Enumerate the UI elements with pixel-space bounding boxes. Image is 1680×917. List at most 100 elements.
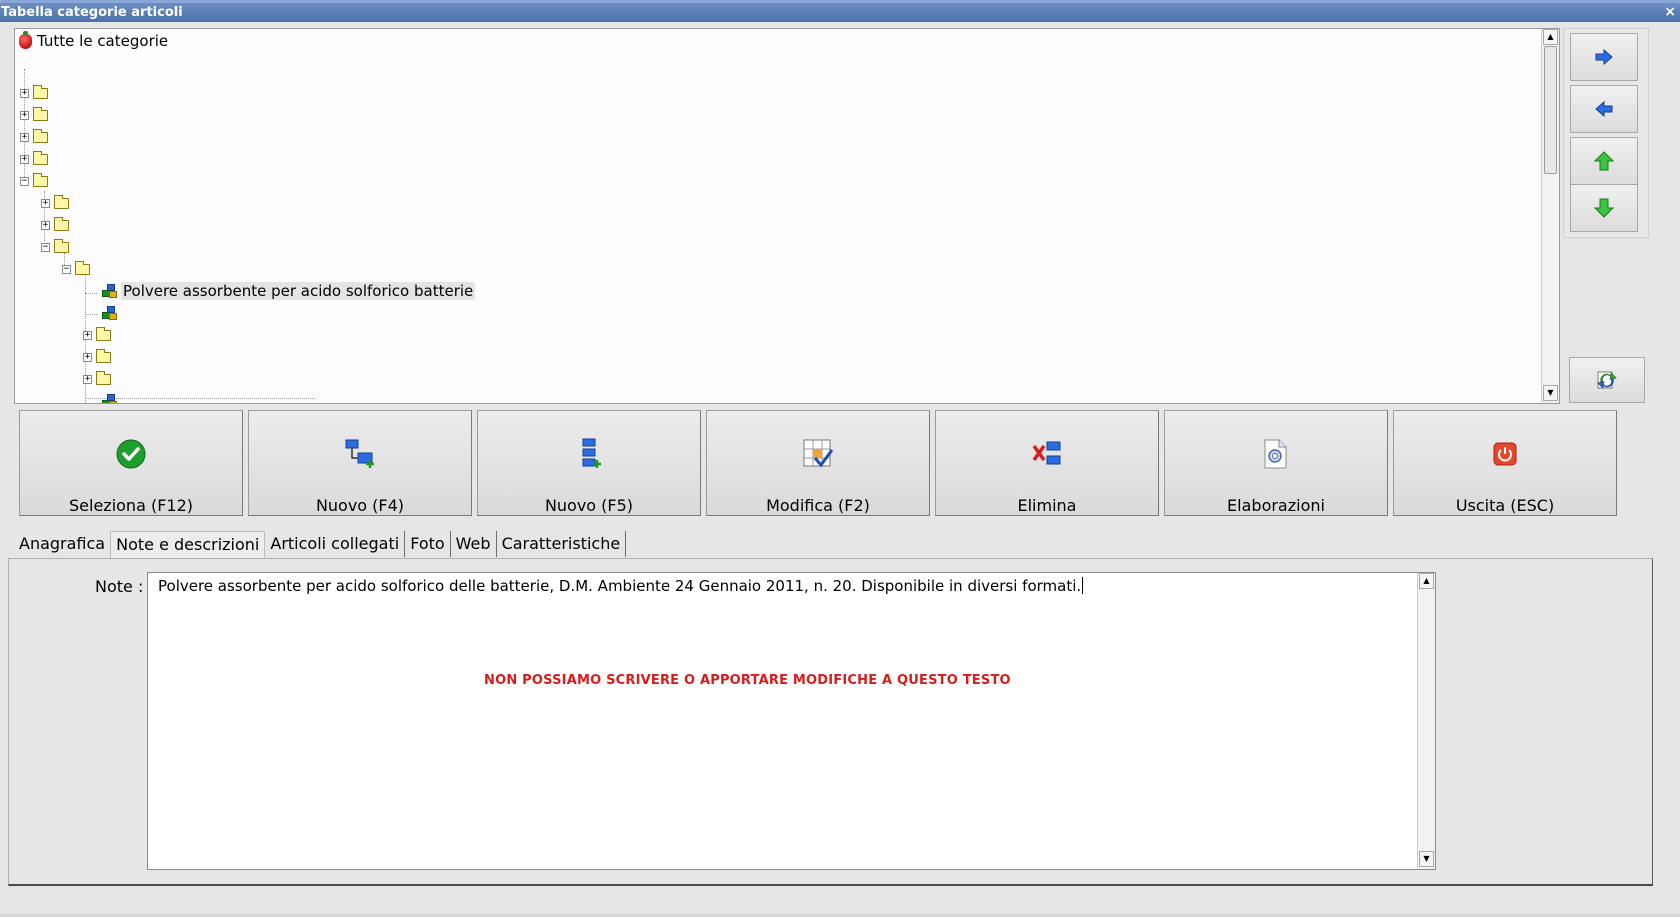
tree-folder-node[interactable]: + (83, 346, 111, 368)
folder-icon (54, 216, 69, 231)
note-label: Note : (95, 577, 144, 596)
scroll-down-icon[interactable]: ▼ (1419, 851, 1434, 867)
scroll-down-icon[interactable]: ▼ (1543, 385, 1558, 401)
seleziona-button[interactable]: Seleziona (F12) (19, 410, 243, 516)
close-icon[interactable]: × (1664, 3, 1676, 22)
folder-icon (33, 106, 48, 121)
tree-root-node[interactable]: Tutte le categorie (19, 30, 168, 52)
folder-icon (33, 172, 48, 187)
tree-item-node[interactable] (102, 302, 117, 324)
tree-folder-node[interactable]: + (20, 82, 48, 104)
tab-note-e-descrizioni[interactable]: Note e descrizioni (110, 531, 266, 559)
tab-articoli-collegati[interactable]: Articoli collegati (265, 531, 406, 557)
tree-item-label: Polvere assorbente per acido solforico b… (121, 282, 476, 300)
tree-folder-node[interactable]: + (20, 126, 48, 148)
folder-icon (96, 326, 111, 341)
modifica-button[interactable]: Modifica (F2) (706, 410, 930, 516)
text-caret (1082, 577, 1084, 594)
expand-plus-icon[interactable]: + (83, 330, 92, 340)
uscita-button[interactable]: Uscita (ESC) (1393, 410, 1617, 516)
power-off-icon (1493, 442, 1517, 466)
expand-plus-icon[interactable]: + (83, 374, 92, 384)
move-right-button[interactable] (1570, 33, 1638, 81)
window-titlebar: Tabella categorie articoli × (0, 0, 1680, 22)
folder-icon (33, 128, 48, 143)
new-node-icon (345, 439, 374, 468)
tree-guide-line (85, 314, 97, 315)
move-left-button[interactable] (1570, 85, 1638, 133)
folder-icon (54, 238, 69, 253)
tree-guide-line (85, 293, 97, 294)
expand-plus-icon[interactable]: + (41, 220, 50, 230)
note-textarea[interactable]: Polvere assorbente per acido solforico d… (147, 572, 1436, 870)
note-text-content: Polvere assorbente per acido solforico d… (158, 577, 1082, 595)
category-item-icon (102, 284, 117, 298)
tree-folder-node[interactable]: + (83, 324, 111, 346)
elimina-button[interactable]: Elimina (935, 410, 1159, 516)
expand-plus-icon[interactable]: + (20, 154, 29, 164)
scroll-up-icon[interactable]: ▲ (1543, 29, 1558, 45)
category-item-icon (102, 306, 117, 320)
tree-root-label: Tutte le categorie (37, 32, 169, 50)
window-title: Tabella categorie articoli (1, 5, 183, 20)
folder-icon (33, 150, 48, 165)
strawberry-icon (19, 30, 32, 49)
folder-icon (54, 194, 69, 209)
collapse-minus-icon[interactable]: − (41, 242, 50, 252)
scroll-up-icon[interactable]: ▲ (1419, 573, 1434, 589)
elaborazioni-button[interactable]: Elaborazioni (1164, 410, 1388, 516)
tab-caratteristiche[interactable]: Caratteristiche (497, 531, 627, 557)
delete-node-icon (1032, 441, 1061, 465)
note-tab-panel: Note : Polvere assorbente per acido solf… (8, 558, 1653, 886)
tree-folder-node[interactable]: + (83, 368, 111, 390)
note-vertical-scrollbar[interactable]: ▲ ▼ (1417, 573, 1435, 869)
move-down-button[interactable] (1570, 184, 1638, 232)
expand-plus-icon[interactable]: + (20, 88, 29, 98)
scrollbar-thumb[interactable] (1544, 46, 1557, 174)
tree-folder-node[interactable]: + (41, 192, 69, 214)
tree-folder-node[interactable]: + (41, 214, 69, 236)
move-buttons-panel (1563, 28, 1649, 238)
elaborazioni-label: Elaborazioni (1227, 496, 1325, 515)
collapse-minus-icon[interactable]: − (62, 264, 71, 274)
edit-grid-icon (803, 439, 834, 468)
note-text: Polvere assorbente per acido solforico d… (158, 577, 1084, 595)
expand-plus-icon[interactable]: + (41, 198, 50, 208)
tab-web[interactable]: Web (451, 531, 497, 557)
folder-icon (96, 370, 111, 385)
expand-plus-icon[interactable]: + (20, 110, 29, 120)
category-item-icon (102, 394, 117, 403)
arrow-down-icon (1593, 198, 1615, 218)
collapse-minus-icon[interactable]: − (20, 176, 29, 186)
nuovo-f5-label: Nuovo (F5) (544, 496, 634, 515)
tree-folder-node[interactable]: + (20, 148, 48, 170)
new-child-icon (582, 438, 601, 468)
arrow-left-icon (1595, 101, 1613, 117)
tree-item-selected[interactable]: Polvere assorbente per acido solforico b… (102, 280, 476, 302)
tree-folder-node[interactable]: − (20, 170, 48, 192)
nuovo-f4-button[interactable]: Nuovo (F4) (248, 410, 472, 516)
folder-icon (96, 348, 111, 363)
tree-rows: Tutte le categorie + + + + − + + − − Pol… (15, 29, 1541, 403)
expand-plus-icon[interactable]: + (83, 352, 92, 362)
tree-item-node[interactable] (102, 390, 117, 403)
tree-vertical-scrollbar[interactable]: ▲ ▼ (1541, 29, 1559, 403)
move-up-button[interactable] (1570, 137, 1638, 185)
modifica-label: Modifica (F2) (766, 496, 870, 515)
folder-icon (33, 84, 48, 99)
expand-plus-icon[interactable]: + (20, 132, 29, 142)
seleziona-label: Seleziona (F12) (69, 496, 193, 515)
uscita-label: Uscita (ESC) (1455, 496, 1555, 515)
tree-folder-node[interactable]: − (62, 258, 90, 280)
tree-guide-line (85, 398, 315, 399)
category-tree[interactable]: Tutte le categorie + + + + − + + − − Pol… (14, 28, 1560, 404)
refresh-button[interactable] (1569, 357, 1645, 403)
tab-anagrafica[interactable]: Anagrafica (14, 531, 110, 557)
detail-tabs: Anagrafica Note e descrizioni Articoli c… (14, 531, 627, 559)
arrow-right-icon (1595, 49, 1613, 65)
nuovo-f5-button[interactable]: Nuovo (F5) (477, 410, 701, 516)
tree-folder-node[interactable]: − (41, 236, 69, 258)
tree-folder-node[interactable]: + (20, 104, 48, 126)
tab-foto[interactable]: Foto (405, 531, 451, 557)
refresh-icon (1597, 371, 1617, 389)
